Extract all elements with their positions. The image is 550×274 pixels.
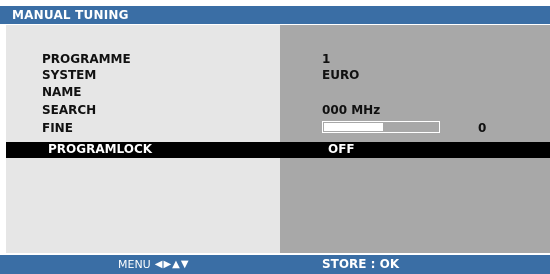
fine-tuning-bar-fill xyxy=(324,123,383,131)
menu-label: MENU xyxy=(118,258,151,271)
left-arrow-icon: ◀ xyxy=(154,259,163,270)
navigation-arrows: ◀ ▶ ▲ ▼ xyxy=(155,258,189,271)
right-arrow-icon: ▶ xyxy=(163,259,172,270)
fine-label[interactable]: FINE xyxy=(42,121,73,136)
programlock-label: PROGRAMLOCK xyxy=(48,142,153,156)
fine-tuning-bar[interactable] xyxy=(322,121,440,133)
footer-bar: MENU ◀ ▶ ▲ ▼ STORE : OK xyxy=(0,255,550,274)
programlock-value: OFF xyxy=(328,142,355,156)
fine-value: 0 xyxy=(478,121,487,135)
programme-label[interactable]: PROGRAMME xyxy=(42,52,131,67)
screen-title: MANUAL TUNING xyxy=(12,8,129,22)
up-arrow-icon: ▲ xyxy=(172,259,180,270)
manual-tuning-screen: MANUAL TUNING PROGRAMME 1 SYSTEM EURO NA… xyxy=(0,0,550,274)
selected-row-programlock[interactable]: PROGRAMLOCK OFF xyxy=(6,142,550,158)
values-panel xyxy=(280,25,550,253)
down-arrow-icon: ▼ xyxy=(180,259,189,270)
programme-value[interactable]: 1 xyxy=(322,52,330,67)
store-hint: STORE : OK xyxy=(322,257,400,271)
search-label[interactable]: SEARCH xyxy=(42,103,96,118)
menu-hint: MENU ◀ ▶ ▲ ▼ xyxy=(118,258,189,271)
search-value[interactable]: 000 MHz xyxy=(322,103,380,118)
system-value[interactable]: EURO xyxy=(322,68,359,83)
name-label[interactable]: NAME xyxy=(42,85,81,100)
title-bar: MANUAL TUNING xyxy=(0,6,550,24)
system-label[interactable]: SYSTEM xyxy=(42,68,96,83)
